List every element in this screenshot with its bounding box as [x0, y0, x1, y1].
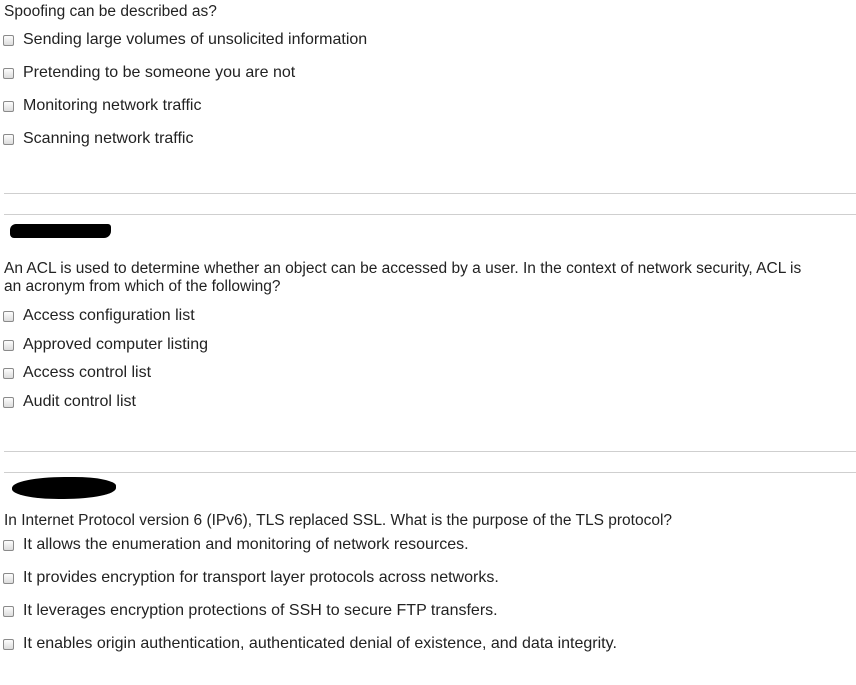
divider [4, 451, 856, 452]
checkbox[interactable] [3, 133, 14, 145]
question-3-option-2[interactable]: It provides encryption for transport lay… [3, 567, 499, 589]
checkbox[interactable] [3, 572, 14, 584]
checkbox[interactable] [3, 100, 14, 112]
question-2-text: An ACL is used to determine whether an o… [4, 260, 801, 296]
option-label: It leverages encryption protections of S… [23, 602, 498, 619]
option-label: Monitoring network traffic [23, 97, 202, 114]
option-label: Access control list [23, 364, 152, 381]
redacted-question-number [10, 224, 111, 238]
checkbox[interactable] [3, 539, 14, 551]
checkbox[interactable] [3, 310, 14, 322]
option-label: Scanning network traffic [23, 130, 194, 147]
question-3-option-1[interactable]: It allows the enumeration and monitoring… [3, 534, 469, 556]
option-label: Approved computer listing [23, 336, 208, 353]
checkbox[interactable] [3, 605, 14, 617]
question-2-option-3[interactable]: Access control list [3, 362, 151, 384]
option-label: It allows the enumeration and monitoring… [23, 536, 469, 553]
checkbox[interactable] [3, 638, 14, 650]
question-3-option-3[interactable]: It leverages encryption protections of S… [3, 600, 498, 622]
option-label: Pretending to be someone you are not [23, 64, 296, 81]
checkbox[interactable] [3, 67, 14, 79]
question-2-option-4[interactable]: Audit control list [3, 391, 136, 413]
question-2-text-line-1: An ACL is used to determine whether an o… [4, 260, 802, 277]
question-1-option-4[interactable]: Scanning network traffic [3, 128, 193, 150]
redacted-question-number [12, 477, 116, 499]
option-label: Access configuration list [23, 307, 195, 324]
option-label: Audit control list [23, 393, 136, 410]
checkbox[interactable] [3, 339, 14, 351]
option-label: It enables origin authentication, authen… [23, 635, 617, 652]
question-1-option-1[interactable]: Sending large volumes of unsolicited inf… [3, 29, 367, 51]
question-1-option-3[interactable]: Monitoring network traffic [3, 95, 201, 117]
question-3-option-4[interactable]: It enables origin authentication, authen… [3, 633, 617, 655]
divider [4, 193, 856, 194]
checkbox[interactable] [3, 34, 14, 46]
question-3-text: In Internet Protocol version 6 (IPv6), T… [4, 512, 673, 529]
checkbox[interactable] [3, 367, 14, 379]
option-label: Sending large volumes of unsolicited inf… [23, 31, 368, 48]
question-2-text-line-2: an acronym from which of the following? [4, 278, 281, 295]
question-1-text: Spoofing can be described as? [4, 3, 217, 20]
divider [4, 472, 856, 473]
divider [4, 214, 856, 215]
question-2-option-1[interactable]: Access configuration list [3, 305, 195, 327]
question-1-option-2[interactable]: Pretending to be someone you are not [3, 62, 295, 84]
checkbox[interactable] [3, 396, 14, 408]
question-2-option-2[interactable]: Approved computer listing [3, 334, 208, 356]
option-label: It provides encryption for transport lay… [23, 569, 499, 586]
